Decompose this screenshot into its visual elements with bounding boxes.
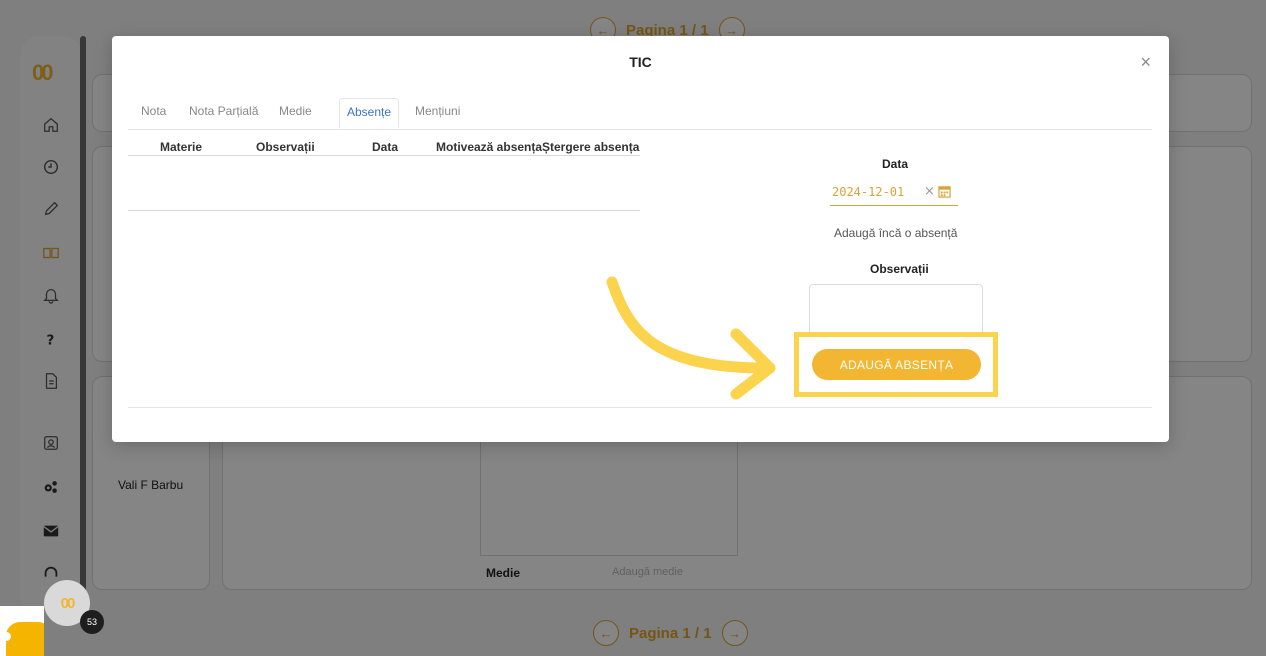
tab-absente[interactable]: Absențe [339,98,400,128]
column-header-materie: Materie [160,140,203,154]
column-header-stergere: Ștergere absența [542,140,640,154]
close-icon[interactable]: × [1140,52,1151,73]
calendar-icon[interactable] [938,185,951,198]
pointer-arrow-icon [606,276,776,400]
table-body-divider [128,210,640,211]
table-header-divider [128,155,640,156]
tab-nota[interactable]: Nota [141,104,166,118]
date-picker[interactable]: 2024-12-01 × [830,182,958,206]
date-value: 2024-12-01 [832,185,905,199]
clear-date-icon[interactable]: × [924,184,935,199]
modal-tabs: Nota Nota Parțială Medie Absențe Mențiun… [128,98,1152,130]
add-absence-button[interactable]: ADAUGĂ ABSENȚA [812,349,981,380]
brand-logo-icon [0,606,44,656]
tab-mentiuni[interactable]: Mențiuni [415,104,460,118]
modal-title: TIC [629,54,652,70]
column-header-motiveaza: Motivează absența [436,140,543,154]
observations-label: Observații [870,262,929,276]
tab-nota-partiala[interactable]: Nota Parțială [189,104,258,118]
column-header-observatii: Observații [256,140,315,154]
column-header-data: Data [372,140,399,154]
tab-medie[interactable]: Medie [279,104,312,118]
date-label: Data [882,157,909,171]
add-another-absence-link[interactable]: Adaugă încă o absență [834,226,957,240]
chat-unread-count: 53 [80,610,104,634]
